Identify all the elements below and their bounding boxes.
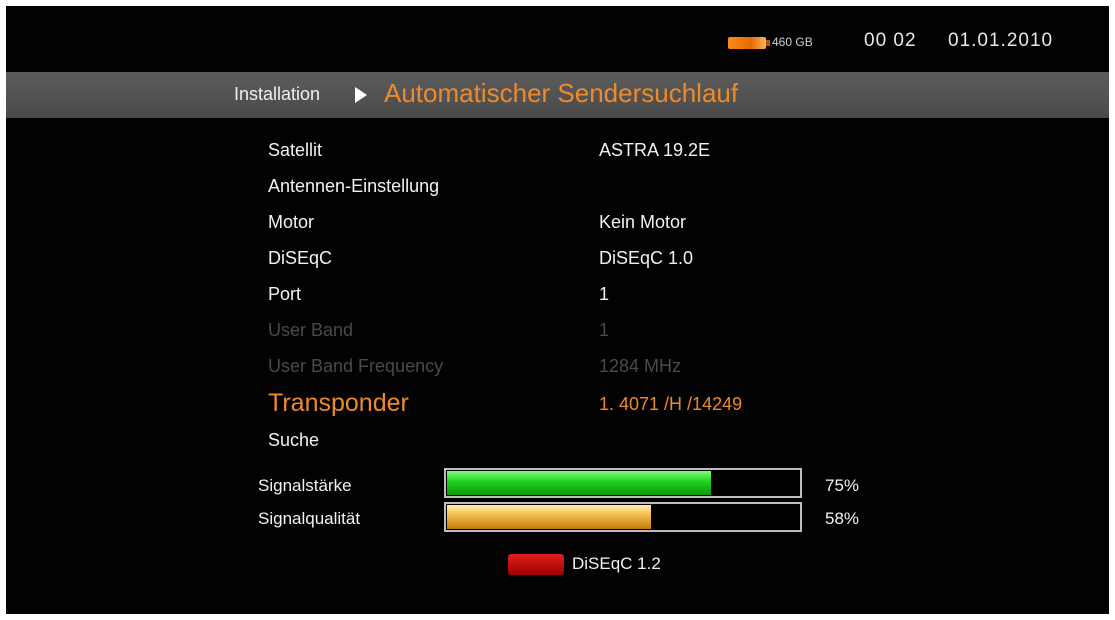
page-title: Automatischer Sendersuchlauf: [384, 78, 739, 108]
menu-row-satellit[interactable]: Satellit ASTRA 19.2E: [268, 134, 868, 166]
menu-row-port[interactable]: Port 1: [268, 278, 868, 310]
menu-value: 1: [599, 284, 610, 304]
signal-quality-bar: [444, 502, 802, 532]
signal-strength-label: Signalstärke: [258, 476, 352, 495]
menu-label: Motor: [268, 212, 315, 232]
menu-value: DiSEqC 1.0: [599, 248, 694, 268]
red-key-label: DiSEqC 1.2: [572, 554, 661, 573]
tv-screen: 460 GB 00 02 01.01.2010 Installation Aut…: [6, 6, 1109, 614]
menu-value: 1: [599, 320, 610, 340]
signal-quality-fill: [447, 505, 651, 529]
menu-row-user-band-frequency: User Band Frequency 1284 MHz: [268, 350, 868, 382]
menu-row-suche[interactable]: Suche: [268, 424, 868, 456]
menu-row-motor[interactable]: Motor Kein Motor: [268, 206, 868, 238]
menu-label: Suche: [268, 430, 320, 450]
breadcrumb-installation[interactable]: Installation: [234, 84, 320, 105]
clock-time: 00 02: [864, 30, 917, 51]
menu-row-transponder[interactable]: Transponder 1. 4071 /H /14249: [268, 388, 868, 420]
signal-quality-percent: 58%: [825, 509, 860, 528]
hdd-icon: [728, 37, 770, 49]
signal-strength-percent: 75%: [825, 476, 860, 495]
signal-strength-fill: [447, 471, 711, 495]
menu-value: ASTRA 19.2E: [599, 140, 711, 160]
menu-label: Port: [268, 284, 302, 304]
menu-label: Transponder: [268, 389, 409, 417]
menu-row-antennen-einstellung[interactable]: Antennen-Einstellung: [268, 170, 868, 202]
signal-quality-label: Signalqualität: [258, 509, 361, 528]
menu-value: Kein Motor: [599, 212, 687, 232]
menu-label: DiSEqC: [268, 248, 333, 268]
menu-row-user-band: User Band 1: [268, 314, 868, 346]
menu-value: 1. 4071 /H /14249: [599, 394, 743, 414]
menu-value: 1284 MHz: [599, 356, 682, 376]
hdd-size: 460 GB: [772, 35, 813, 49]
menu-label: Antennen-Einstellung: [268, 176, 440, 196]
menu-label: Satellit: [268, 140, 323, 160]
red-key-icon[interactable]: [508, 554, 564, 575]
title-bar: Installation Automatischer Sendersuchlau…: [6, 72, 1109, 118]
breadcrumb-arrow-icon: [355, 87, 367, 103]
menu-row-diseqc[interactable]: DiSEqC DiSEqC 1.0: [268, 242, 868, 274]
signal-strength-bar: [444, 468, 802, 498]
clock-date: 01.01.2010: [948, 30, 1054, 51]
menu-label: User Band Frequency: [268, 356, 444, 376]
menu-label: User Band: [268, 320, 354, 340]
